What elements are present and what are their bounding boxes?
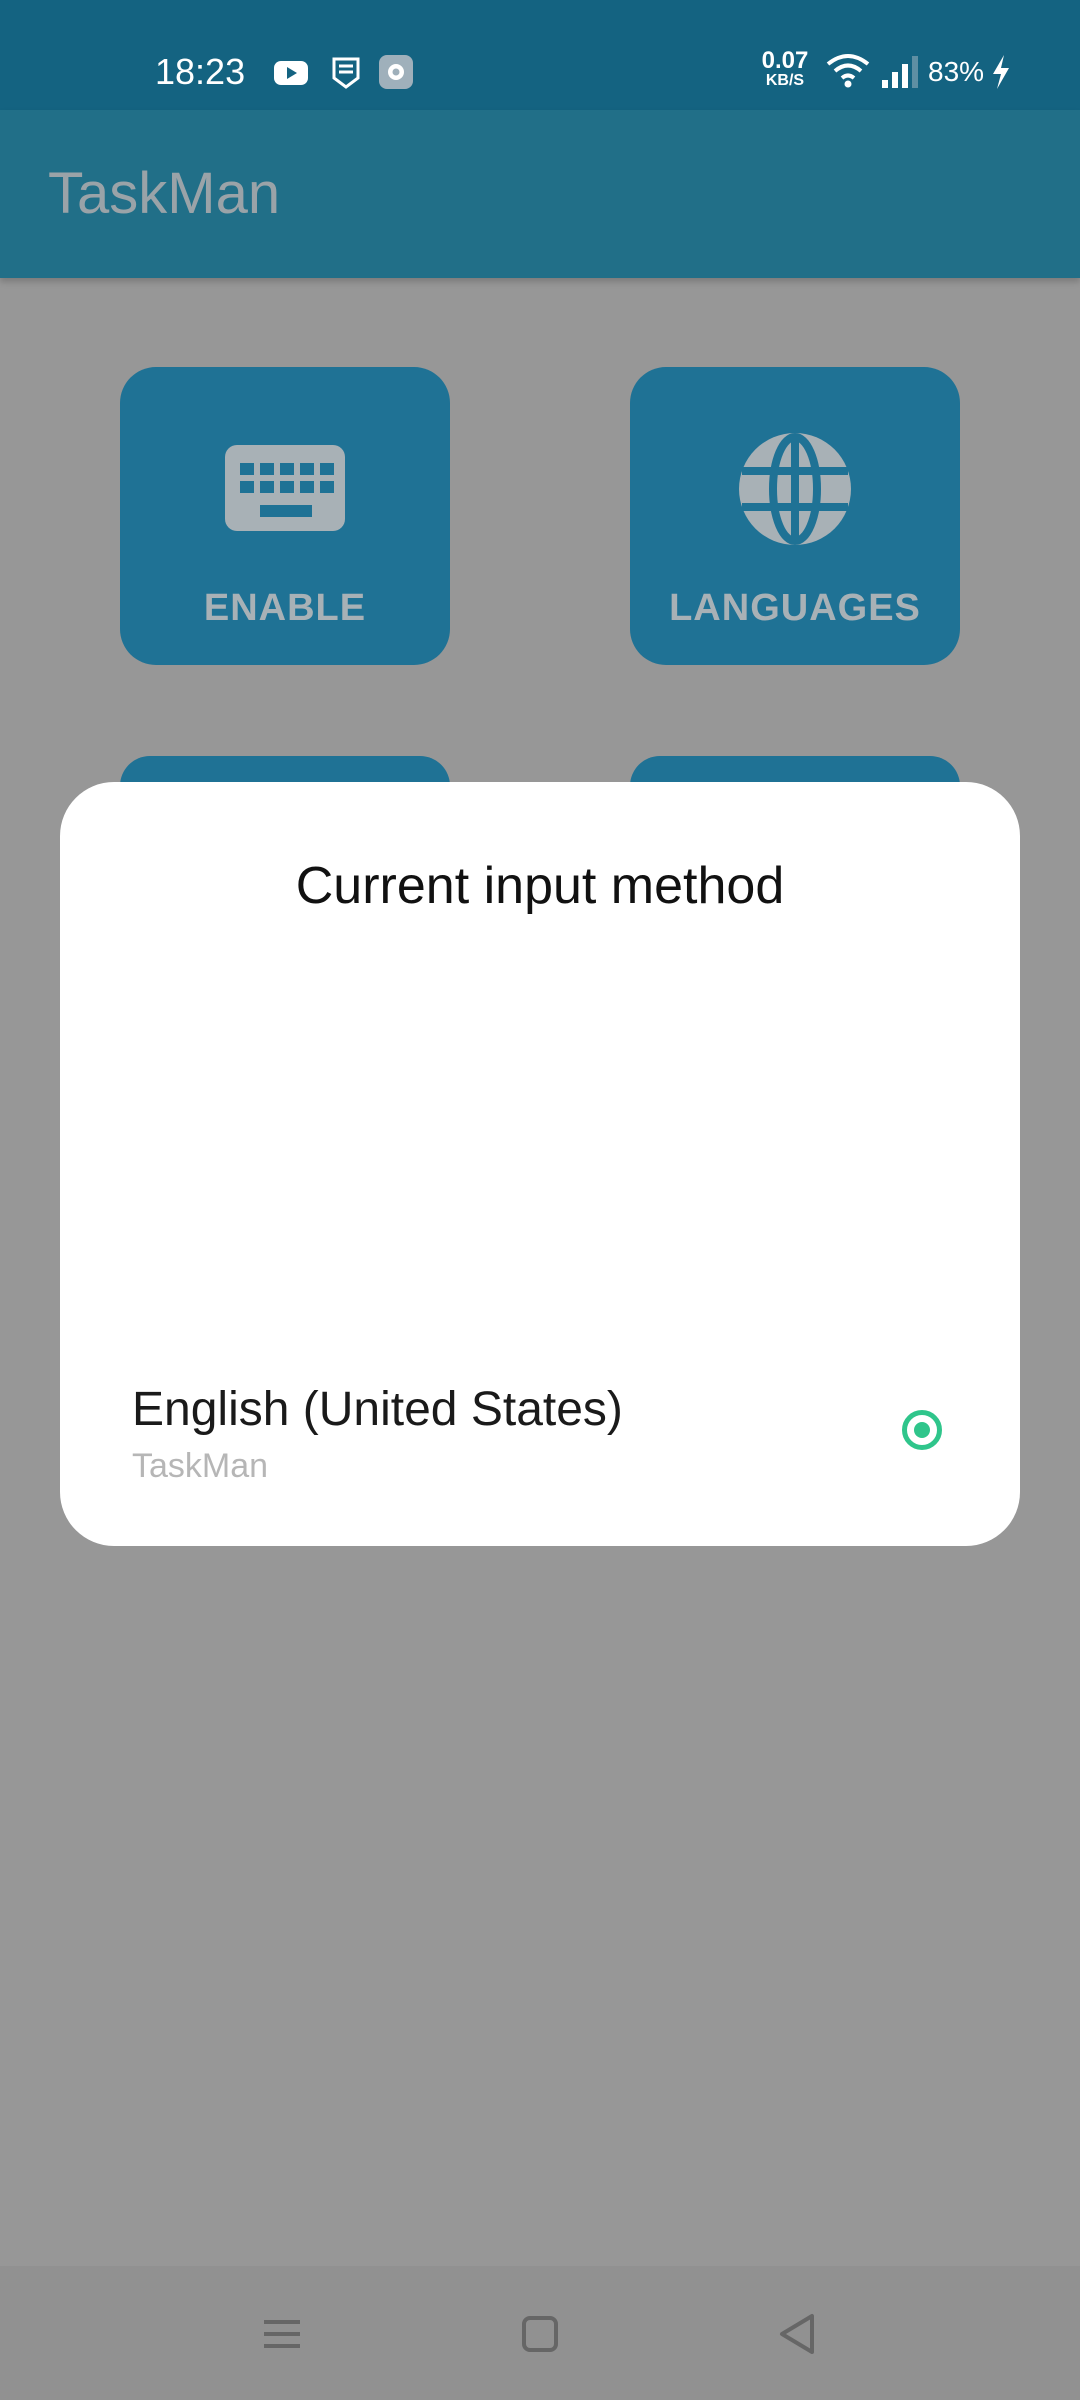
option-sublabel: TaskMan [132, 1447, 269, 1485]
net-speed-unit: KB/S [765, 72, 805, 89]
menu-icon[interactable] [252, 2304, 312, 2364]
charging-bolt-icon [993, 55, 1009, 89]
battery-percent: 83% [928, 56, 985, 87]
youtube-icon [274, 61, 308, 85]
option-radio-button[interactable] [902, 1410, 942, 1450]
status-bar: 18:23 0.07 KB/S 83% [0, 0, 1080, 110]
input-method-option[interactable]: English (United States) TaskMan [60, 1382, 1020, 1512]
tile-languages[interactable]: LANGUAGES [630, 367, 960, 665]
tile-languages-label: LANGUAGES [669, 587, 921, 629]
app-bar: TaskMan [0, 110, 1080, 278]
radio-selected-dot [914, 1422, 930, 1438]
tile-enable[interactable]: ENABLE [120, 367, 450, 665]
net-speed: 0.07 KB/S [756, 47, 814, 90]
wifi-icon [826, 54, 870, 88]
option-label: English (United States) [132, 1383, 623, 1436]
dialog-title: Current input method [295, 857, 785, 915]
tile-enable-label: ENABLE [203, 587, 367, 629]
back-icon[interactable] [768, 2304, 828, 2364]
cell-signal-icon [882, 56, 918, 88]
net-speed-value: 0.07 [761, 47, 809, 74]
status-time: 18:23 [155, 51, 246, 92]
shield-badge-icon [332, 57, 360, 89]
navigation-bar [0, 2266, 1080, 2400]
home-icon[interactable] [510, 2304, 570, 2364]
input-method-dialog: Current input method English (United Sta… [60, 782, 1020, 1546]
keyboard-icon [225, 445, 345, 531]
settings-gear-icon [379, 55, 413, 89]
globe-icon [739, 433, 851, 545]
app-title: TaskMan [48, 161, 281, 226]
